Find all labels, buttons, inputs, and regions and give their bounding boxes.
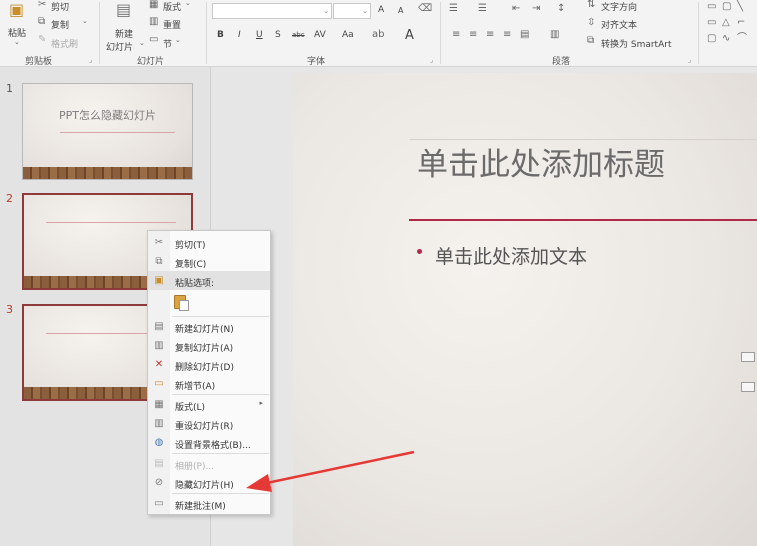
annotation-arrow-shaft [261,450,415,486]
annotation-arrow-head [246,474,272,492]
annotation-arrow-icon [246,450,415,492]
